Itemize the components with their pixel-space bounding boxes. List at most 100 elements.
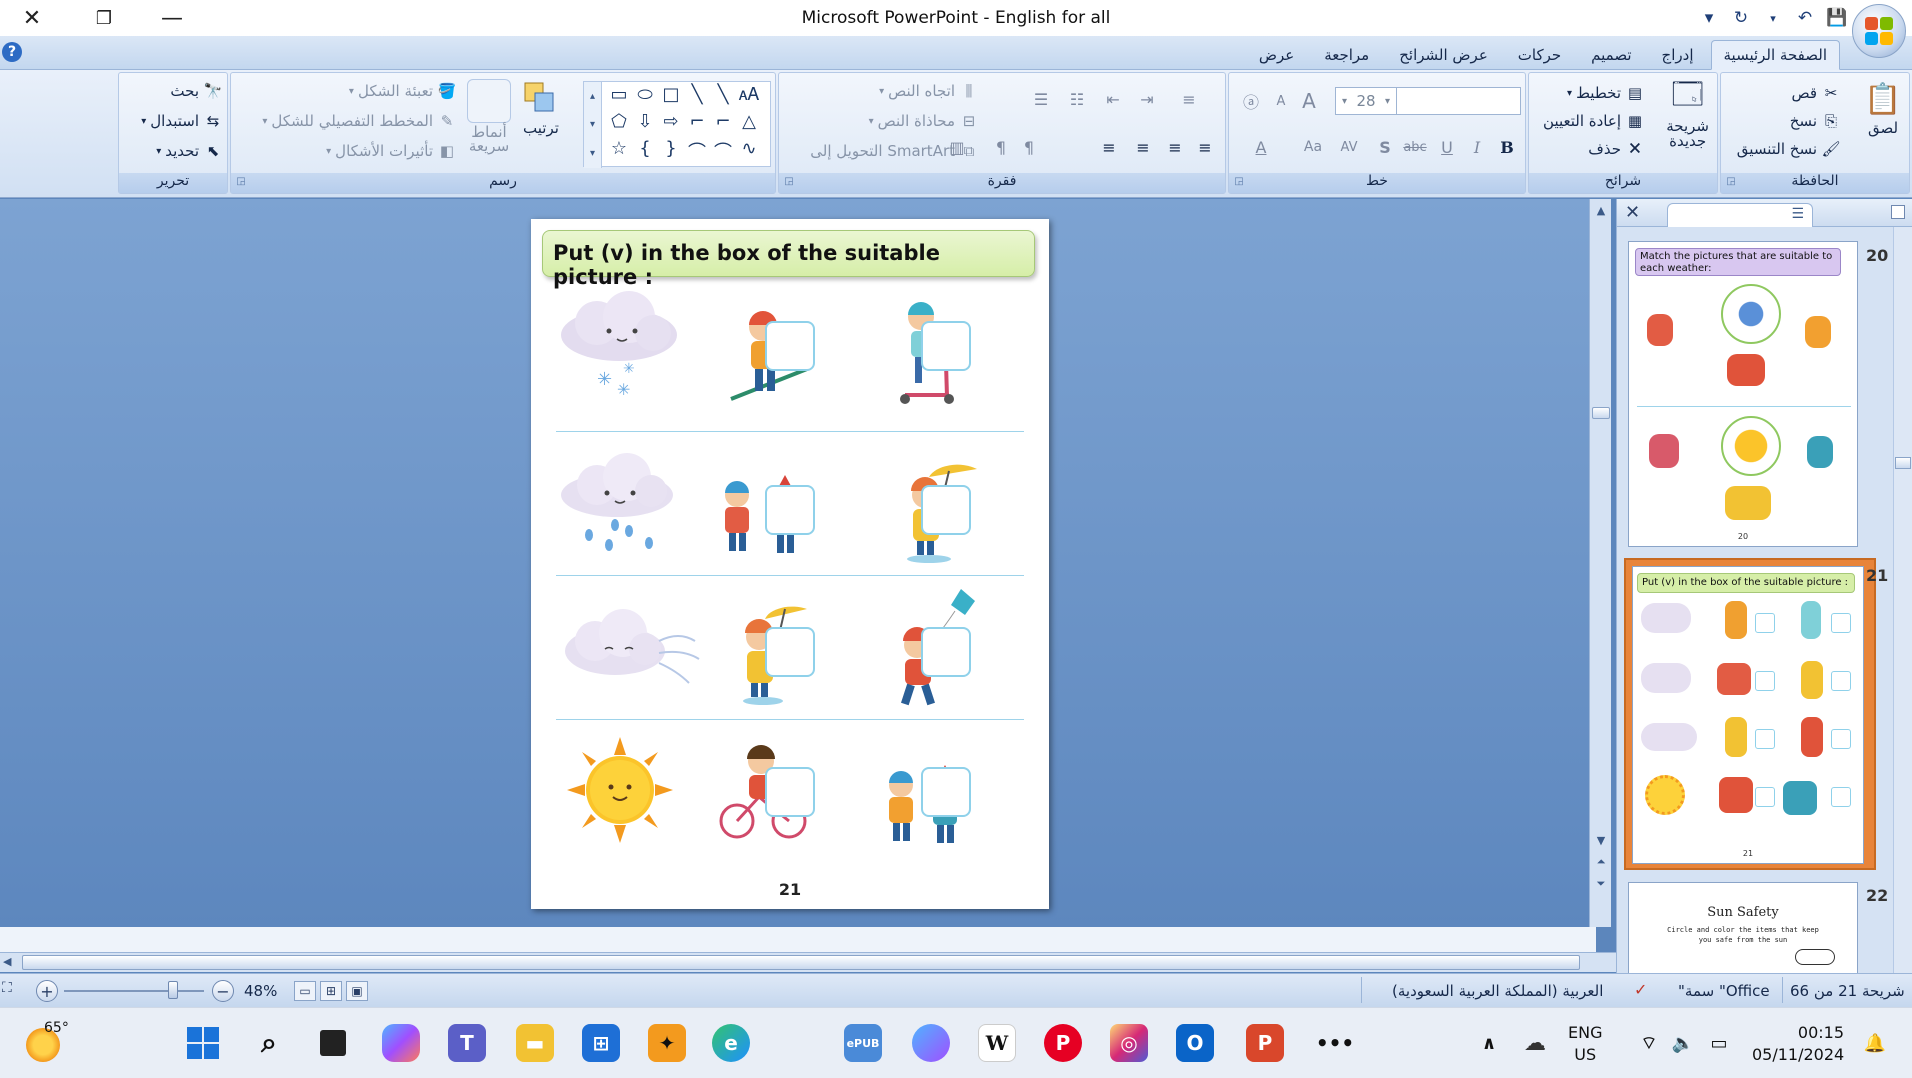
checkbox-row4-b[interactable] [921,767,971,817]
oval-icon[interactable]: ⬭ [632,84,658,111]
shrink-font-button[interactable]: A [1267,87,1295,115]
tab-animations[interactable]: حركات [1505,40,1574,70]
zoom-in-button[interactable]: + [36,980,58,1002]
panel-scroll-thumb[interactable] [1895,457,1911,469]
instagram-icon[interactable]: ◎ [1110,1024,1148,1062]
copy-button[interactable]: نسخ ⎘ [1790,111,1841,131]
zoom-level[interactable]: 48% [244,982,277,1000]
change-case-button[interactable]: Aa [1299,133,1327,161]
tab-insert[interactable]: إدراج [1649,40,1707,70]
align-text-button[interactable]: ▾ محاذاة النص ⊟ [869,111,979,131]
slide-thumb-20[interactable]: Match the pictures that are suitable to … [1626,239,1874,549]
zoom-out-button[interactable]: − [212,980,234,1002]
horizontal-scroll-thumb[interactable] [22,955,1580,970]
drawing-dialog-launcher-icon[interactable]: ◲ [235,176,247,188]
file-explorer-icon[interactable]: ▬ [516,1024,554,1062]
checkbox-row4-a[interactable] [765,767,815,817]
normal-view-icon[interactable]: ▣ [346,981,368,1001]
word-document-icon[interactable]: W [978,1024,1016,1062]
shapes-gallery[interactable]: ▴ ▾ ▾ ▭ ⬭ □ ╲ ╲ 🗚 ⬠ ⇩ ⇨ ⌐ ⌐ △ ☆{} ⌒ ⌒ ∿ [583,81,771,168]
square-icon[interactable]: □ [658,84,684,111]
align-center-button[interactable]: ≡ [1161,133,1189,161]
italic-button[interactable]: I [1463,133,1491,161]
fit-slide-icon[interactable]: ⛶ [2,980,22,1000]
sorter-view-icon[interactable]: ⊞ [320,981,342,1001]
snow-cloud-picture[interactable]: ✳ ✳ ✳ [549,287,689,397]
shape-outline-button[interactable]: ▾ المخطط التفصيلي للشكل ✎ [262,111,457,131]
line-spacing-button[interactable]: ≡ [1175,85,1203,113]
elbow2-icon[interactable]: ⌐ [710,111,736,138]
panel-scrollbar[interactable] [1893,227,1912,973]
arrow-right-icon[interactable]: ⇨ [658,111,684,138]
app-icon[interactable]: ✦ [648,1024,686,1062]
microsoft-store-icon[interactable]: ⊞ [582,1024,620,1062]
brace-right-icon[interactable]: } [658,138,684,165]
clear-formatting-button[interactable]: ⓐ [1237,87,1265,115]
shape-fill-button[interactable]: ▾ تعبئة الشكل 🪣 [349,81,457,101]
freeform-icon[interactable]: ∿ [736,138,762,165]
redo-icon[interactable]: ↻ [1728,6,1754,30]
undo-icon[interactable]: ↶ [1792,6,1818,30]
close-panel-icon[interactable]: ✕ [1625,202,1640,223]
shape-effects-button[interactable]: ▾ تأثيرات الأشكال ◧ [326,141,457,161]
show-hidden-icons[interactable]: ∧ [1470,1024,1508,1062]
tab-home[interactable]: الصفحة الرئيسية [1710,40,1840,70]
triangle-icon[interactable]: △ [736,111,762,138]
scroll-left-icon[interactable]: ◀ [3,955,11,968]
reset-button[interactable]: إعادة التعيين ▦ [1543,111,1645,131]
delete-slide-button[interactable]: حذف 🗙 [1588,138,1645,159]
align-right-button[interactable]: ≡ [1191,133,1219,161]
copilot-app-icon[interactable] [912,1024,950,1062]
quick-styles-button[interactable]: أنماط سريعة [467,79,511,155]
font-size-box[interactable]: ▾ 28 ▾ [1335,87,1397,115]
slideshow-view-icon[interactable]: ▭ [294,981,316,1001]
paragraph-dialog-launcher-icon[interactable]: ◲ [783,176,795,188]
dialog-launcher-icon[interactable]: ◲ [1725,176,1737,188]
arc-icon[interactable]: ⌒ [684,138,710,165]
help-icon[interactable]: ? [2,42,22,62]
checkbox-row1-b[interactable] [921,321,971,371]
sun-picture[interactable] [565,735,675,845]
justify-button[interactable]: ≡ [1095,133,1123,161]
checkbox-row1-a[interactable] [765,321,815,371]
numbering-button[interactable]: ☷ [1063,85,1091,113]
convert-smartart-button[interactable]: التحويل إلى SmartArt ⧉ [810,141,979,161]
elbow-icon[interactable]: ⌐ [684,111,710,138]
spellcheck-icon[interactable]: ✓ [1634,980,1647,999]
rain-cloud-picture[interactable] [553,451,683,561]
scroll-up-icon[interactable]: ▲ [1592,201,1610,219]
scroll-thumb[interactable] [1592,407,1610,419]
brace-left-icon[interactable]: { [632,138,658,165]
slide-vertical-scrollbar[interactable]: ▲ ▼ ⏶ ⏷ [1589,199,1611,927]
previous-slide-icon[interactable]: ⏶ [1592,853,1610,871]
gallery-scroll[interactable]: ▴ ▾ ▾ [584,82,602,168]
zoom-slider[interactable] [64,990,204,992]
input-language[interactable]: ENG US [1568,1022,1602,1066]
search-icon[interactable]: ⌕ [250,1024,288,1062]
slide-title-box[interactable]: Put (v) in the box of the suitable pictu… [542,230,1035,289]
slide-thumb-22[interactable]: Sun Safety Circle and color the items th… [1626,880,1874,973]
notes-pane[interactable] [0,927,1596,952]
paste-button[interactable]: 📋 لصق [1863,79,1903,138]
new-slide-button[interactable]: 🗔 شريحة جديدة [1666,77,1709,151]
onedrive-icon[interactable]: ☁ [1516,1024,1554,1062]
char-spacing-button[interactable]: AV [1335,133,1363,161]
font-dialog-launcher-icon[interactable]: ◲ [1233,176,1245,188]
slide-canvas[interactable]: Put (v) in the box of the suitable pictu… [531,219,1049,909]
tab-review[interactable]: مراجعة [1311,40,1382,70]
curve-icon[interactable]: ⌒ [710,138,736,165]
underline-button[interactable]: U [1433,133,1461,161]
select-button[interactable]: ▾ تحديد ⬉ [156,141,223,161]
save-icon[interactable]: 💾 [1824,6,1850,30]
wifi-icon[interactable]: ⌔ [1630,1024,1668,1062]
rectangle-icon[interactable]: ▭ [606,84,632,111]
line-icon[interactable]: ╲ [684,84,710,111]
start-icon[interactable] [184,1024,222,1062]
wind-cloud-picture[interactable] [555,601,705,701]
battery-icon[interactable]: ▭ [1700,1024,1738,1062]
customize-qat-icon[interactable]: ▾ [1696,6,1722,30]
pentagon-icon[interactable]: ⬠ [606,111,632,138]
copilot-icon[interactable] [382,1024,420,1062]
bullets-button[interactable]: ☰ [1027,85,1055,113]
star-icon[interactable]: ☆ [606,138,632,165]
